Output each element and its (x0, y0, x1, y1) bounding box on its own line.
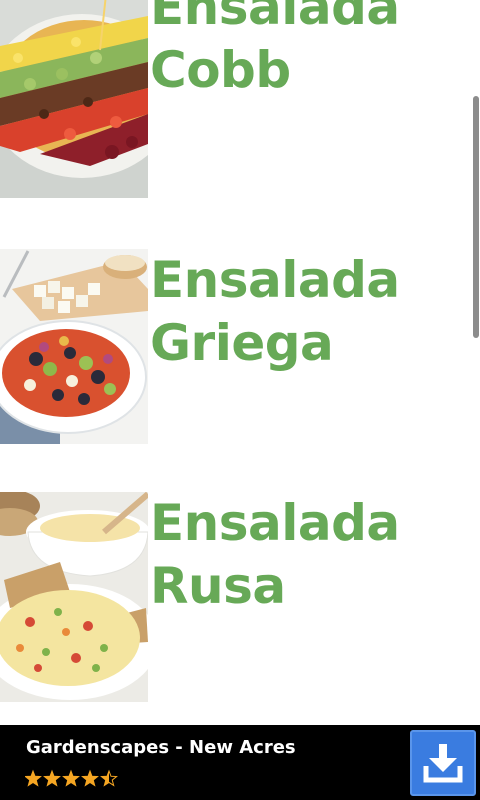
star-icon (44, 771, 60, 786)
cobb-salad-image (0, 0, 148, 198)
recipe-item-cobb[interactable]: Ensalada Cobb (0, 0, 480, 198)
star-rating-icon (24, 769, 118, 787)
download-button[interactable] (410, 730, 476, 796)
star-icon (82, 771, 98, 786)
ad-rating-stars (24, 769, 125, 789)
recipe-image-cobb (0, 0, 148, 198)
recipe-item-rusa[interactable]: Ensalada Rusa (0, 492, 480, 714)
recipe-item-griega[interactable]: Ensalada Griega (0, 249, 480, 471)
scrollbar[interactable] (473, 96, 479, 338)
star-icon (63, 771, 79, 786)
ad-banner[interactable]: Gardenscapes - New Acres (0, 725, 480, 800)
recipe-title-cobb: Ensalada Cobb (150, 0, 400, 99)
scrollbar-thumb[interactable] (473, 96, 479, 338)
recipe-image-griega (0, 249, 148, 471)
download-icon (423, 744, 463, 783)
recipe-title-rusa: Ensalada Rusa (150, 494, 400, 615)
ad-title[interactable]: Gardenscapes - New Acres (26, 737, 296, 759)
recipe-list[interactable]: Ensalada Cobb Ensalada Griega Ensalada R… (0, 0, 480, 725)
greek-salad-image (0, 249, 148, 444)
app-screen: Ensalada Cobb Ensalada Griega Ensalada R… (0, 0, 480, 800)
star-icon (25, 771, 41, 786)
russian-salad-image (0, 492, 148, 702)
recipe-image-rusa (0, 492, 148, 714)
recipe-title-griega: Ensalada Griega (150, 251, 400, 372)
